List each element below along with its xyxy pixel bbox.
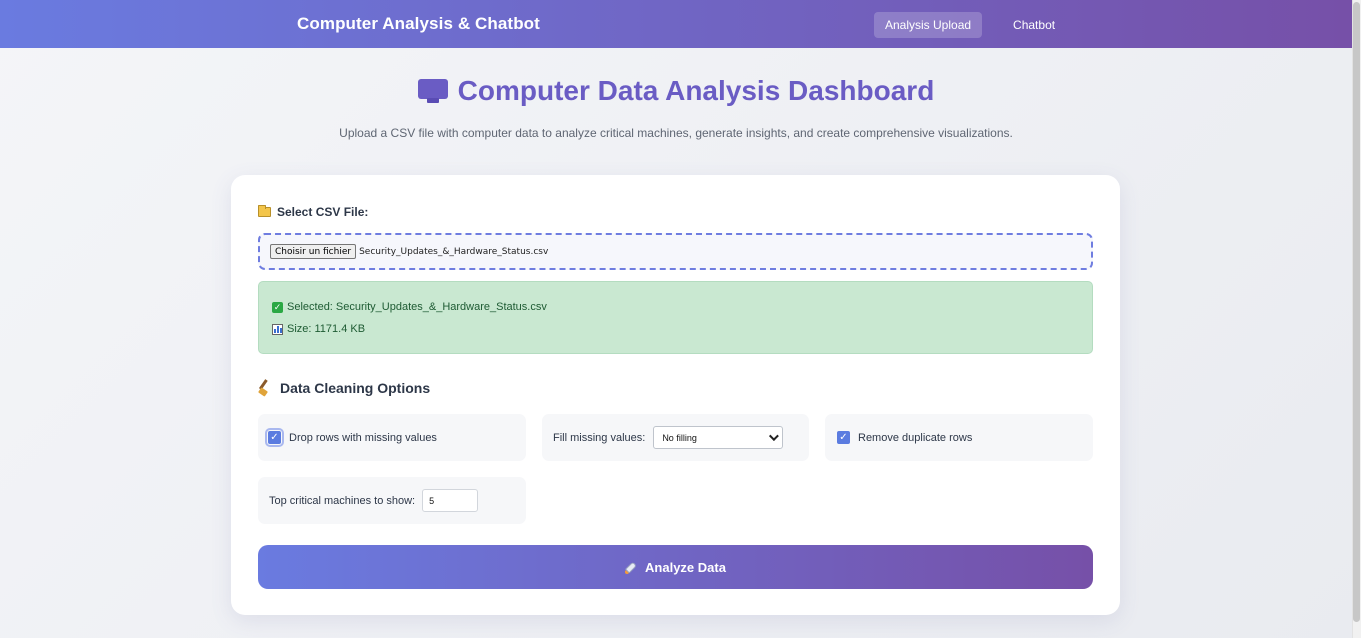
brand-title[interactable]: Computer Analysis & Chatbot	[297, 14, 540, 34]
chosen-file-name: Security_Updates_&_Hardware_Status.csv	[359, 246, 549, 257]
page-title-text: Computer Data Analysis Dashboard	[457, 75, 935, 106]
file-input-dropzone[interactable]: Choisir un fichier Security_Updates_&_Ha…	[258, 233, 1093, 270]
folder-icon	[258, 205, 271, 217]
chevron-down-icon	[769, 431, 780, 442]
rocket-icon	[625, 560, 639, 574]
nav-links: Analysis Upload Chatbot	[874, 12, 1066, 38]
file-size-text: Size: 1171.4 KB	[287, 323, 366, 335]
top-navbar: Computer Analysis & Chatbot Analysis Upl…	[0, 0, 1352, 48]
bar-chart-icon	[272, 323, 283, 335]
drop-missing-label: Drop rows with missing values	[289, 431, 437, 444]
nav-analysis-upload[interactable]: Analysis Upload	[874, 12, 983, 38]
selected-file-text: Selected: Security_Updates_&_Hardware_St…	[287, 301, 547, 313]
fill-missing-label: Fill missing values:	[553, 431, 646, 444]
scrollbar-thumb[interactable]	[1353, 2, 1360, 622]
remove-duplicates-checkbox[interactable]: ✓	[837, 431, 850, 444]
fill-missing-selected-value: No filling	[662, 432, 697, 443]
top-critical-input[interactable]: 5	[422, 489, 479, 512]
option-drop-missing: ✓ Drop rows with missing values	[258, 414, 526, 461]
top-critical-label: Top critical machines to show:	[269, 494, 416, 507]
monitor-icon	[417, 77, 448, 105]
broom-icon	[258, 379, 274, 397]
upload-card: Select CSV File: Choisir un fichier Secu…	[231, 175, 1120, 615]
cleaning-options-heading-text: Data Cleaning Options	[280, 380, 431, 396]
csv-file-label-text: Select CSV File:	[277, 205, 369, 219]
selected-file-line: ✓ Selected: Security_Updates_&_Hardware_…	[272, 301, 547, 313]
remove-duplicates-label: Remove duplicate rows	[858, 431, 973, 444]
option-fill-missing: Fill missing values: No filling	[542, 414, 809, 461]
page-scrollbar[interactable]	[1352, 0, 1361, 638]
csv-file-label: Select CSV File:	[258, 205, 368, 219]
fill-missing-select[interactable]: No filling	[653, 426, 784, 449]
option-top-critical: Top critical machines to show: 5	[258, 477, 526, 524]
cleaning-options-heading: Data Cleaning Options	[258, 379, 431, 397]
analyze-data-label: Analyze Data	[645, 559, 726, 575]
page-title: Computer Data Analysis Dashboard	[0, 75, 1352, 107]
nav-chatbot[interactable]: Chatbot	[1002, 12, 1066, 38]
option-remove-duplicates: ✓ Remove duplicate rows	[825, 414, 1093, 461]
page-subtitle: Upload a CSV file with computer data to …	[339, 126, 1013, 140]
drop-missing-checkbox[interactable]: ✓	[265, 428, 284, 447]
file-size-line: Size: 1171.4 KB	[272, 323, 365, 335]
choose-file-button[interactable]: Choisir un fichier	[270, 244, 357, 259]
file-info-panel: ✓ Selected: Security_Updates_&_Hardware_…	[258, 281, 1093, 354]
analyze-data-button[interactable]: Analyze Data	[258, 545, 1093, 589]
check-icon: ✓	[272, 301, 283, 313]
